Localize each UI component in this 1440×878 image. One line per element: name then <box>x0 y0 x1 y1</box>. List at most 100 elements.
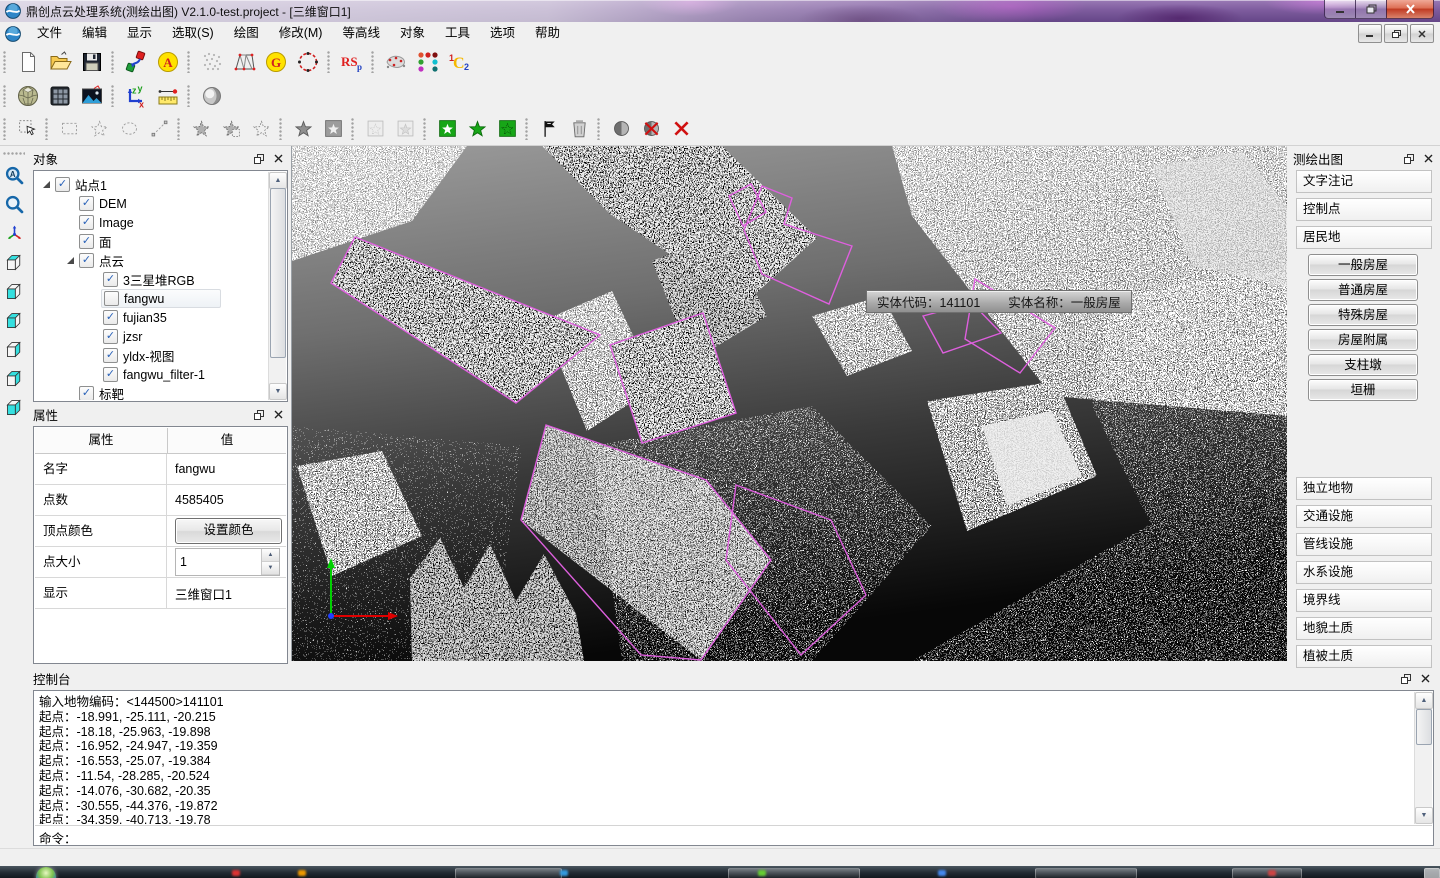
menu-帮助[interactable]: 帮助 <box>525 23 570 44</box>
axes-indicator-button[interactable] <box>1 220 27 247</box>
mapping-category-控制点[interactable]: 控制点 <box>1296 198 1432 221</box>
menu-工具[interactable]: 工具 <box>435 23 480 44</box>
mapping-button-支柱墩[interactable]: 支柱墩 <box>1308 354 1418 376</box>
title-bar[interactable]: 鼎创点云处理系统(测绘出图) V2.1.0-test.project - [三维… <box>0 0 1440 22</box>
expander-icon[interactable] <box>67 257 74 264</box>
checkbox-checked[interactable]: ✓ <box>103 310 118 325</box>
menu-绘图[interactable]: 绘图 <box>224 23 269 44</box>
cube-iso-button[interactable] <box>1 394 27 421</box>
mdi-minimize-button[interactable] <box>1358 24 1382 43</box>
sphere-show-button[interactable] <box>606 116 636 142</box>
taskbar-app-button[interactable] <box>1232 868 1302 878</box>
mdi-close-button[interactable] <box>1410 24 1434 43</box>
annotation-a-button[interactable]: A <box>152 48 184 76</box>
set-color-button[interactable]: 设置颜色 <box>175 518 282 544</box>
taskbar-icon[interactable] <box>938 870 946 876</box>
crop-outside-green-button[interactable] <box>492 116 522 142</box>
select-add-star-button[interactable] <box>186 116 216 142</box>
tree-item-点云[interactable]: ✓点云 <box>35 251 269 270</box>
mapping-panel-float-icon[interactable] <box>1402 152 1415 165</box>
mapping-button-特殊房屋[interactable]: 特殊房屋 <box>1308 304 1418 326</box>
new-file-button[interactable] <box>12 48 44 76</box>
viewport-3d[interactable]: 实体代码：141101 实体名称：一般房屋 <box>291 146 1286 661</box>
expander-icon[interactable] <box>43 181 50 188</box>
tree-item-fujian35[interactable]: ✓fujian35 <box>35 308 269 327</box>
tree-item-DEM[interactable]: ✓DEM <box>35 194 269 213</box>
mapping-button-一般房屋[interactable]: 一般房屋 <box>1308 254 1418 276</box>
mapping-button-房屋附属[interactable]: 房屋附属 <box>1308 329 1418 351</box>
select-lasso-button[interactable] <box>114 116 144 142</box>
select-polygon-button[interactable] <box>84 116 114 142</box>
mapping-category-独立地物[interactable]: 独立地物 <box>1296 477 1432 500</box>
object-panel-close-icon[interactable] <box>272 152 285 165</box>
console-close-icon[interactable] <box>1419 672 1432 685</box>
checkbox-checked[interactable]: ✓ <box>55 177 70 192</box>
cube-front-button[interactable] <box>1 278 27 305</box>
checkbox-checked[interactable]: ✓ <box>79 215 94 230</box>
taskbar-icon[interactable] <box>560 870 568 876</box>
tree-item-yldx-视图[interactable]: ✓yldx-视图 <box>35 346 269 365</box>
taskbar-app-button[interactable] <box>1035 868 1137 878</box>
properties-panel-float-icon[interactable] <box>252 408 265 421</box>
restore-button[interactable] <box>1356 0 1386 19</box>
grid-table-button[interactable] <box>44 82 76 110</box>
menu-选项[interactable]: 选项 <box>480 23 525 44</box>
windows-taskbar[interactable] <box>0 866 1440 878</box>
tree-item-面[interactable]: ✓面 <box>35 232 269 251</box>
scroll-up-icon[interactable]: ▲ <box>269 172 287 189</box>
tree-item-Image[interactable]: ✓Image <box>35 213 269 232</box>
axes-zyx-button[interactable]: zyx <box>120 82 152 110</box>
tree-item-标靶[interactable]: ✓标靶 <box>35 384 269 400</box>
menu-修改(M)[interactable]: 修改(M) <box>269 23 333 44</box>
tree-item-fangwu_filter-1[interactable]: ✓fangwu_filter-1 <box>35 365 269 384</box>
checkbox-unchecked[interactable] <box>104 291 119 306</box>
rs-p-button[interactable]: RSp <box>336 48 368 76</box>
menu-显示[interactable]: 显示 <box>117 23 162 44</box>
cube-right-button[interactable] <box>1 336 27 363</box>
mapping-category-管线设施[interactable]: 管线设施 <box>1296 533 1432 556</box>
star-in-box-button[interactable] <box>318 116 348 142</box>
registration-arrows-button[interactable] <box>120 48 152 76</box>
console-scrollbar[interactable]: ▲ ▼ <box>1414 692 1432 824</box>
c-convert-button[interactable]: C12 <box>444 48 476 76</box>
stepper-up-icon[interactable]: ▲ <box>262 549 279 562</box>
mdi-restore-button[interactable] <box>1384 24 1408 43</box>
select-inverse-star-button[interactable] <box>246 116 276 142</box>
command-prompt[interactable]: 命令： <box>35 825 1432 844</box>
menu-编辑[interactable]: 编辑 <box>72 23 117 44</box>
properties-panel-titlebar[interactable]: 属性 <box>28 404 290 425</box>
color-grid-button[interactable] <box>412 48 444 76</box>
save-file-button[interactable] <box>76 48 108 76</box>
tree-item-fangwu[interactable]: fangwu <box>35 289 269 308</box>
menu-等高线[interactable]: 等高线 <box>332 23 390 44</box>
tree-item-jzsr[interactable]: ✓jzsr <box>35 327 269 346</box>
cancel-x-button[interactable] <box>666 116 696 142</box>
mapping-category-水系设施[interactable]: 水系设施 <box>1296 561 1432 584</box>
tin-mesh-button[interactable] <box>228 48 260 76</box>
circle-points-button[interactable] <box>292 48 324 76</box>
mapping-panel-close-icon[interactable] <box>1422 152 1435 165</box>
properties-panel-close-icon[interactable] <box>272 408 285 421</box>
delete-trash-button[interactable] <box>564 116 594 142</box>
checkbox-checked[interactable]: ✓ <box>103 367 118 382</box>
object-tree-scrollbar[interactable]: ▲ ▼ <box>268 172 286 400</box>
checkbox-checked[interactable]: ✓ <box>103 329 118 344</box>
mapping-button-普通房屋[interactable]: 普通房屋 <box>1308 279 1418 301</box>
scroll-up-icon[interactable]: ▲ <box>1415 692 1433 709</box>
cube-left-button[interactable] <box>1 307 27 334</box>
flag-mark-button[interactable] <box>534 116 564 142</box>
mapping-button-垣栅[interactable]: 垣栅 <box>1308 379 1418 401</box>
checkbox-checked[interactable]: ✓ <box>79 234 94 249</box>
point-size-stepper[interactable]: 1▲▼ <box>175 548 280 576</box>
open-file-button[interactable] <box>44 48 76 76</box>
mapping-category-文字注记[interactable]: 文字注记 <box>1296 170 1432 193</box>
cube-back-button[interactable] <box>1 365 27 392</box>
select-cursor-button[interactable] <box>12 116 42 142</box>
tree-item-站点1[interactable]: ✓站点1 <box>35 175 269 194</box>
select-rect-button[interactable] <box>54 116 84 142</box>
sphere-render-button[interactable] <box>196 82 228 110</box>
globe-model-button[interactable] <box>12 82 44 110</box>
box-select-in-button[interactable] <box>360 116 390 142</box>
scroll-thumb[interactable] <box>270 188 286 358</box>
menu-文件[interactable]: 文件 <box>27 23 72 44</box>
